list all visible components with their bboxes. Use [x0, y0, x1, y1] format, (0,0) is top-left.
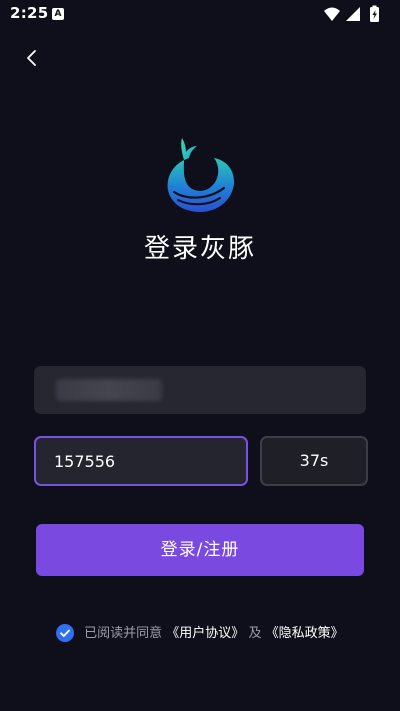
resend-code-countdown-button[interactable]: 37s: [260, 436, 368, 486]
back-button[interactable]: [18, 44, 46, 72]
user-agreement-link[interactable]: 《用户协议》: [166, 626, 244, 641]
agreement-row: 已阅读并同意 《用户协议》 及 《隐私政策》: [56, 624, 344, 644]
login-register-button[interactable]: 登录/注册: [36, 524, 364, 576]
phone-number-redacted: [56, 379, 162, 401]
status-icons: [320, 5, 390, 23]
status-bar: 2:25 A: [0, 0, 400, 28]
agreement-connector-text: 及: [248, 626, 262, 641]
verification-code-field[interactable]: [34, 436, 248, 486]
battery-icon: [370, 5, 379, 22]
whale-logo: [162, 134, 238, 214]
wifi-icon: [324, 7, 340, 21]
verification-code-input[interactable]: [36, 438, 246, 484]
page-title: 登录灰豚: [143, 234, 256, 264]
back-chevron-icon: [27, 50, 36, 66]
privacy-policy-link[interactable]: 《隐私政策》: [266, 626, 344, 641]
agreement-checkbox[interactable]: [56, 624, 74, 642]
agreement-prefix-text: 已阅读并同意: [84, 626, 163, 641]
check-icon: [60, 629, 70, 637]
status-time: 2:25: [10, 4, 49, 22]
phone-field[interactable]: [34, 366, 366, 414]
notification-app-icon: A: [52, 8, 64, 20]
signal-icon: [346, 7, 360, 21]
